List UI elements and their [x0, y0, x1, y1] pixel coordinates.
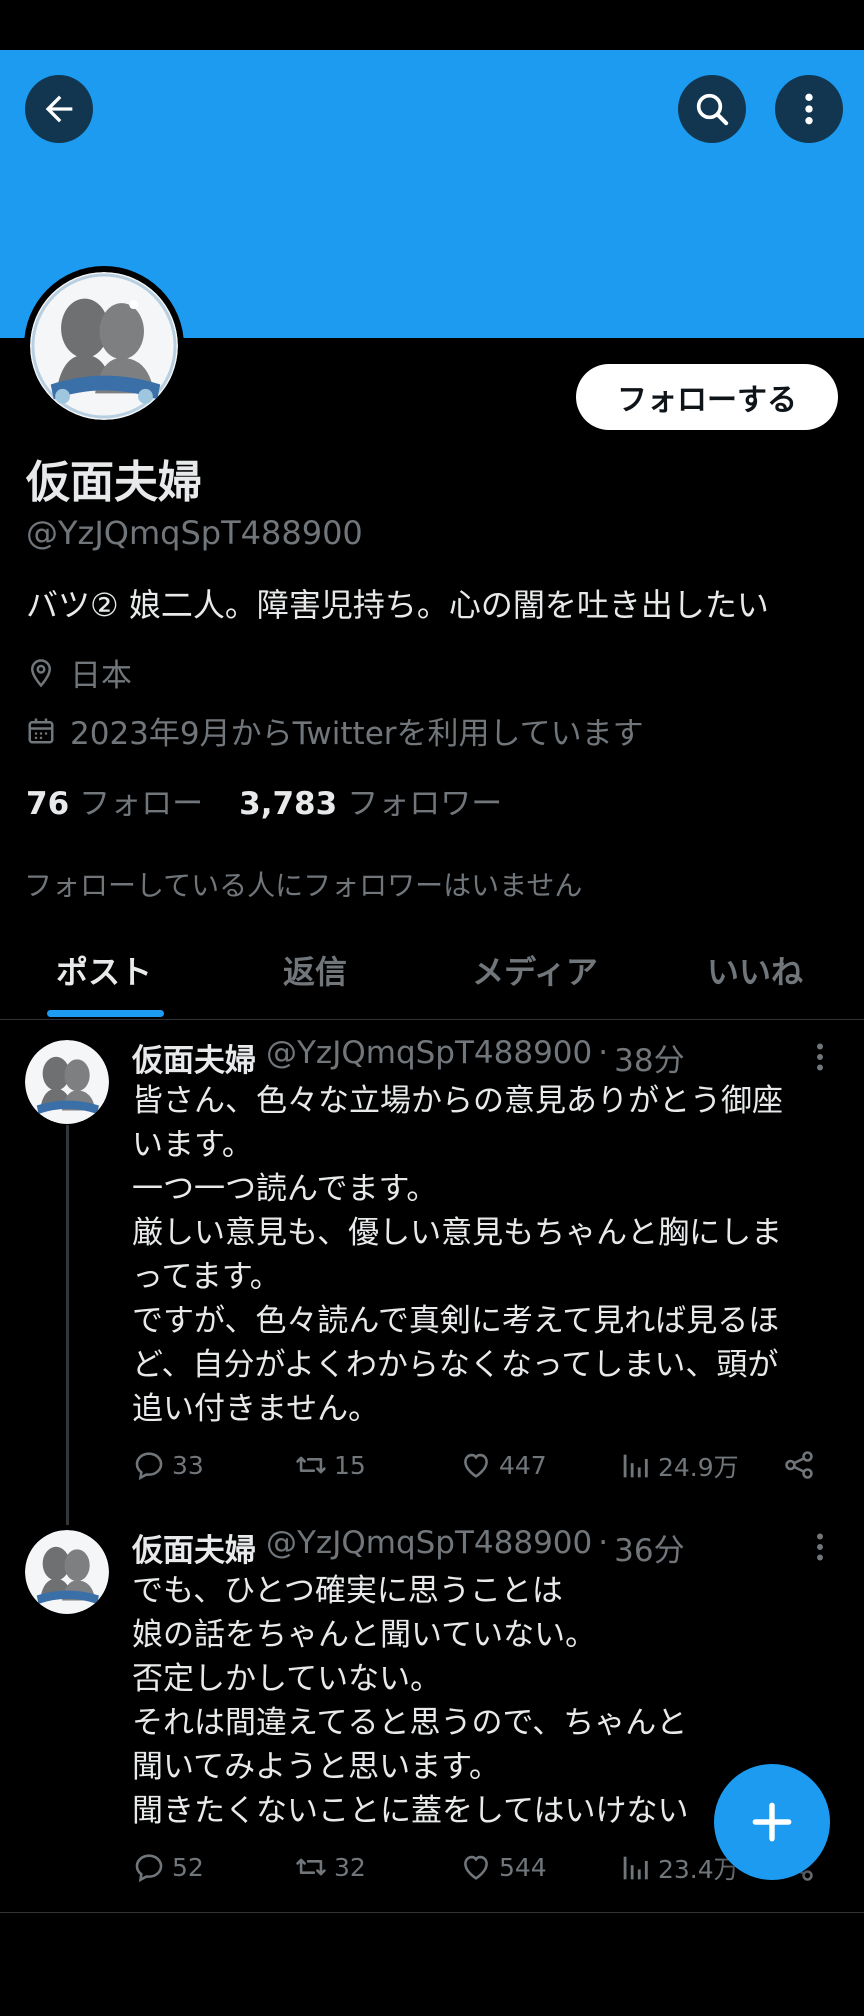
- separator-dot: ·: [598, 1525, 609, 1561]
- more-button[interactable]: [775, 75, 843, 143]
- reply-count: 33: [172, 1450, 204, 1480]
- follow-button[interactable]: フォローする: [576, 364, 838, 430]
- retweet-count: 32: [334, 1852, 366, 1882]
- share-button[interactable]: [782, 1448, 822, 1482]
- followers-label: フォロワー: [347, 786, 503, 822]
- divider: [0, 1912, 864, 1913]
- views-button[interactable]: 23.4万: [618, 1850, 739, 1886]
- status-bar: [0, 0, 864, 50]
- profile-location: 日本: [26, 650, 132, 695]
- location-text: 日本: [70, 658, 132, 694]
- avatar-image: [30, 272, 178, 420]
- active-tab-indicator: [47, 1010, 164, 1017]
- profile-handle: @YzJQmqSpT488900: [26, 514, 363, 552]
- tweet-author-handle[interactable]: @YzJQmqSpT488900: [266, 1525, 592, 1570]
- reply-button[interactable]: 52: [132, 1850, 204, 1884]
- retweet-icon: [296, 1858, 326, 1876]
- analytics-icon: [623, 1856, 648, 1880]
- tab-replies[interactable]: 返信: [235, 920, 395, 1020]
- heart-icon: [464, 1453, 488, 1478]
- plus-icon: [752, 1802, 792, 1842]
- tweet-avatar[interactable]: [25, 1040, 109, 1124]
- calendar-icon: [28, 718, 54, 743]
- more-vertical-icon[interactable]: [808, 1039, 832, 1075]
- tweet-author-name[interactable]: 仮面夫婦: [132, 1035, 256, 1080]
- more-vertical-icon: [805, 93, 813, 125]
- profile-bio: バツ② 娘二人。障害児持ち。心の闇を吐き出したい: [26, 586, 769, 624]
- like-button[interactable]: 447: [459, 1448, 547, 1482]
- reply-icon: [135, 1854, 163, 1883]
- profile-joined: 2023年9月からTwitterを利用しています: [26, 708, 644, 753]
- retweet-icon: [296, 1456, 326, 1474]
- tweet-author-name[interactable]: 仮面夫婦: [132, 1525, 256, 1570]
- separator-dot: ·: [598, 1035, 609, 1071]
- tweet-time[interactable]: 36分: [614, 1525, 684, 1570]
- following-count: 76: [26, 786, 70, 822]
- share-icon: [785, 1451, 813, 1479]
- followers-count: 3,783: [239, 786, 338, 822]
- retweet-button[interactable]: 32: [294, 1850, 366, 1884]
- search-button[interactable]: [678, 75, 746, 143]
- following-link[interactable]: 76 フォロー: [26, 778, 203, 823]
- compose-button[interactable]: [714, 1764, 830, 1880]
- tweet-avatar[interactable]: [25, 1530, 109, 1614]
- avatar-image: [25, 1040, 109, 1124]
- views-button[interactable]: 24.9万: [618, 1448, 739, 1484]
- like-count: 447: [499, 1450, 547, 1480]
- tweet-text: 皆さん、色々な立場からの意見ありがとう御座 います。 一つ一つ読んでます。 厳し…: [132, 1083, 783, 1427]
- like-count: 544: [499, 1852, 547, 1882]
- retweet-button[interactable]: 15: [294, 1448, 366, 1482]
- location-pin-icon: [30, 658, 52, 687]
- views-count: 24.9万: [658, 1453, 739, 1482]
- following-label: フォロー: [79, 786, 204, 822]
- heart-icon: [464, 1855, 488, 1880]
- back-button[interactable]: [25, 75, 93, 143]
- reply-count: 52: [172, 1852, 204, 1882]
- tweet-header: 仮面夫婦 @YzJQmqSpT488900 · 36分: [132, 1525, 685, 1570]
- tweet-time[interactable]: 38分: [614, 1035, 684, 1080]
- profile-avatar[interactable]: [24, 266, 184, 426]
- tweet-actions: 33 15 447 24.9万: [132, 1448, 832, 1488]
- more-vertical-icon[interactable]: [808, 1529, 832, 1565]
- thread-connector: [66, 1125, 69, 1525]
- arrow-left-icon: [45, 95, 73, 123]
- joined-text: 2023年9月からTwitterを利用しています: [70, 716, 644, 752]
- tab-media[interactable]: メディア: [455, 920, 615, 1020]
- profile-name: 仮面夫婦: [26, 457, 202, 508]
- tweet-header: 仮面夫婦 @YzJQmqSpT488900 · 38分: [132, 1035, 685, 1080]
- analytics-icon: [623, 1454, 648, 1478]
- search-icon: [696, 93, 729, 126]
- reply-button[interactable]: 33: [132, 1448, 204, 1482]
- tweet-author-handle[interactable]: @YzJQmqSpT488900: [266, 1035, 592, 1080]
- like-button[interactable]: 544: [459, 1850, 547, 1884]
- mutual-followers-note: フォローしている人にフォロワーはいません: [24, 869, 583, 902]
- followers-link[interactable]: 3,783 フォロワー: [239, 778, 502, 823]
- avatar-image: [25, 1530, 109, 1614]
- retweet-count: 15: [334, 1450, 366, 1480]
- tab-likes[interactable]: いいね: [675, 920, 835, 1020]
- reply-icon: [135, 1452, 163, 1481]
- profile-tabs: ポスト 返信 メディア いいね: [0, 920, 864, 1020]
- tab-posts[interactable]: ポスト: [24, 920, 184, 1020]
- profile-stats: 76 フォロー 3,783 フォロワー: [26, 778, 538, 823]
